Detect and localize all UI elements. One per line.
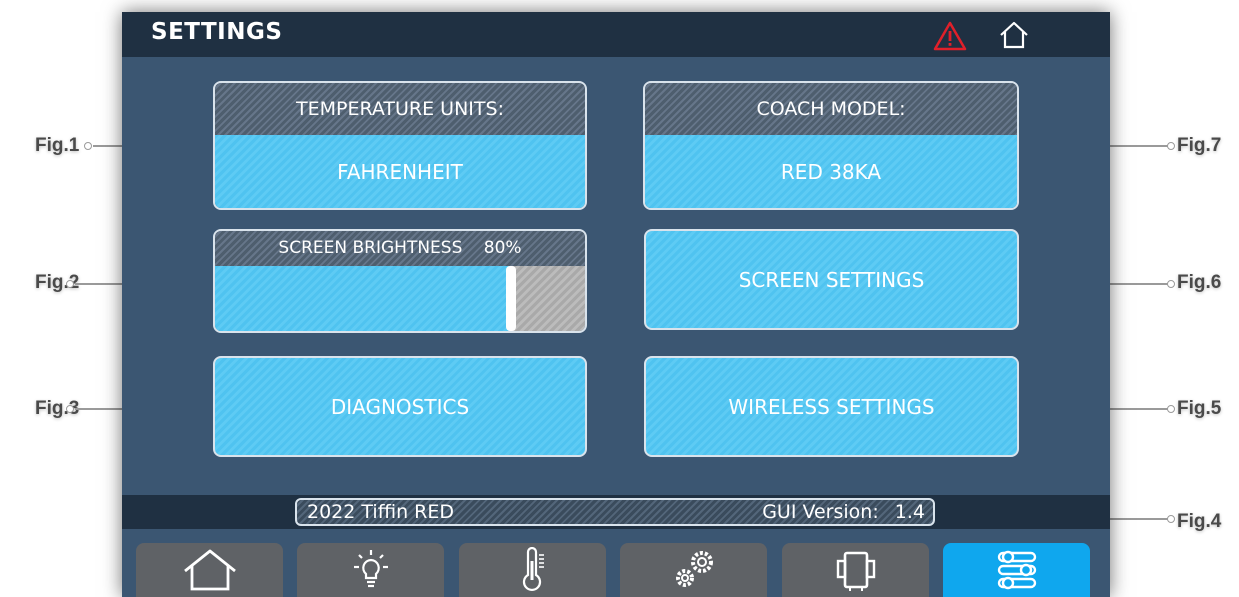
coach-model-header: COACH MODEL: (645, 83, 1017, 135)
wireless-settings-label: WIRELESS SETTINGS (728, 394, 935, 419)
fig-5-label: Fig.5 (1177, 398, 1222, 419)
page-title: SETTINGS (151, 19, 283, 45)
screen-brightness-header: SCREEN BRIGHTNESS 80% (215, 231, 585, 266)
fig-6-dot (1167, 280, 1175, 288)
gui-version-text: GUI Version: 1.4 (762, 500, 925, 524)
fig-5-dot (1167, 405, 1175, 413)
temperature-units-label: TEMPERATURE UNITS: (296, 98, 504, 120)
coach-model-panel[interactable]: COACH MODEL: RED 38KA (643, 81, 1019, 210)
fig-7-label: Fig.7 (1177, 135, 1222, 156)
fig-4-label: Fig.4 (1177, 511, 1222, 532)
coach-model-value: RED 38KA (780, 160, 882, 184)
version-info-box: 2022 Tiffin RED GUI Version: 1.4 (295, 498, 935, 526)
thermometer-icon (522, 547, 544, 592)
device-screen: SETTINGS TEMPERATURE UNITS: FAHRENHEIT C… (122, 12, 1110, 597)
fig-6-label: Fig.6 (1177, 272, 1222, 293)
gui-version-value: 1.4 (894, 501, 925, 523)
coach-model-label: COACH MODEL: (756, 98, 906, 120)
fig-1-label: Fig.1 (35, 135, 80, 156)
screen-settings-label: SCREEN SETTINGS (738, 267, 925, 292)
gears-icon (675, 551, 713, 587)
temperature-units-panel[interactable]: TEMPERATURE UNITS: FAHRENHEIT (213, 81, 587, 210)
screen-brightness-panel: SCREEN BRIGHTNESS 80% (213, 229, 587, 333)
settings-sliders-icon (997, 550, 1036, 590)
nav-tab-systems[interactable] (620, 543, 767, 597)
warning-icon[interactable] (932, 20, 968, 52)
home-icon[interactable] (998, 20, 1030, 50)
lightbulb-icon (353, 550, 388, 588)
temperature-units-value-area[interactable]: FAHRENHEIT (215, 135, 585, 208)
header-bar: SETTINGS (122, 12, 1110, 57)
nav-tab-climate[interactable] (459, 543, 606, 597)
wireless-settings-button[interactable]: WIRELESS SETTINGS (644, 356, 1019, 457)
diagnostics-label: DIAGNOSTICS (330, 394, 470, 419)
brightness-slider-handle[interactable] (506, 266, 516, 331)
screen-settings-button[interactable]: SCREEN SETTINGS (644, 229, 1019, 330)
status-strip: 2022 Tiffin RED GUI Version: 1.4 (122, 495, 1110, 529)
fig-7-dot (1167, 142, 1175, 150)
fig-2-dot (66, 280, 74, 288)
fig-3-dot (66, 405, 74, 413)
coach-model-value-area[interactable]: RED 38KA (645, 135, 1017, 208)
slide-out-icon (836, 551, 875, 591)
brightness-slider-track[interactable] (215, 266, 585, 331)
nav-tab-lighting[interactable] (297, 543, 444, 597)
model-year-text: 2022 Tiffin RED (307, 501, 454, 523)
fig-1-dot (84, 142, 92, 150)
bottom-nav (122, 529, 1110, 597)
screen-brightness-value: 80% (483, 238, 522, 258)
temperature-units-value: FAHRENHEIT (337, 160, 463, 184)
brightness-slider-fill (215, 266, 511, 331)
screen-brightness-label: SCREEN BRIGHTNESS (278, 238, 463, 258)
diagnostics-button[interactable]: DIAGNOSTICS (213, 356, 587, 457)
temperature-units-header: TEMPERATURE UNITS: (215, 83, 585, 135)
nav-tab-home[interactable] (136, 543, 283, 597)
gui-version-label: GUI Version: (762, 501, 879, 523)
home-icon (183, 549, 236, 591)
nav-tab-slides[interactable] (782, 543, 929, 597)
nav-tab-settings[interactable] (943, 543, 1090, 597)
fig-4-dot (1167, 515, 1175, 523)
